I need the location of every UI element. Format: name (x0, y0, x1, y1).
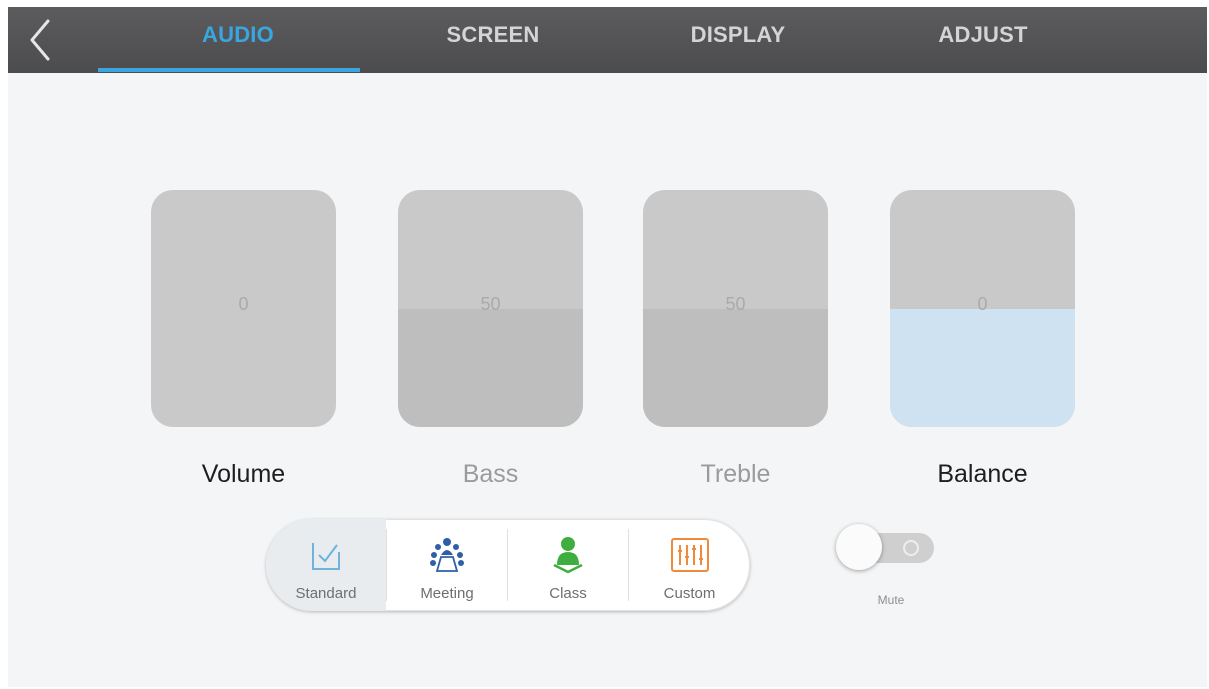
mode-custom-button[interactable]: Custom (629, 519, 750, 611)
mode-class-button[interactable]: Class (508, 519, 628, 611)
bass-slider[interactable]: 50 (398, 190, 583, 427)
balance-slider[interactable]: 0 (890, 190, 1075, 427)
active-tab-indicator (98, 68, 360, 72)
treble-control: 50 Treble (643, 190, 828, 488)
bass-level-fill (398, 308, 583, 427)
balance-label: Balance (937, 460, 1028, 488)
back-button[interactable] (18, 11, 62, 69)
mute-label: Mute (877, 593, 905, 607)
treble-level-fill (643, 308, 828, 427)
mode-standard-button[interactable]: Standard (266, 519, 386, 611)
treble-value: 50 (725, 294, 746, 314)
tab-screen[interactable]: SCREEN (398, 7, 588, 73)
mode-standard-label: Standard (295, 585, 357, 602)
volume-label: Volume (201, 460, 286, 488)
toggle-knob (836, 524, 882, 570)
volume-slider[interactable]: 0 (151, 190, 336, 427)
balance-level-fill (890, 308, 1075, 427)
meeting-people-icon (430, 538, 464, 572)
class-reader-icon (553, 537, 583, 574)
treble-slider[interactable]: 50 (643, 190, 828, 427)
mode-class-label: Class (549, 585, 587, 602)
standard-check-icon (312, 543, 340, 570)
sound-mode-selector: Standard Meeting Class Custom (266, 519, 750, 611)
volume-control: 0 Volume (151, 190, 336, 488)
treble-label: Treble (700, 460, 771, 488)
audio-settings-screen: AUDIO SCREEN DISPLAY ADJUST 0 Volume 50 … (8, 7, 1207, 687)
tab-display[interactable]: DISPLAY (643, 7, 833, 73)
balance-value: 0 (977, 294, 988, 314)
bass-control: 50 Bass (398, 190, 583, 488)
toggle-off-icon (903, 540, 919, 556)
mute-toggle[interactable] (836, 524, 940, 570)
volume-value: 0 (238, 294, 249, 314)
tab-audio[interactable]: AUDIO (148, 7, 328, 73)
mode-meeting-button[interactable]: Meeting (387, 519, 507, 611)
mode-custom-label: Custom (663, 585, 716, 602)
mode-meeting-label: Meeting (420, 585, 474, 602)
tab-adjust[interactable]: ADJUST (888, 7, 1078, 73)
top-tab-bar: AUDIO SCREEN DISPLAY ADJUST (8, 7, 1207, 73)
bass-label: Bass (462, 460, 519, 488)
chevron-left-icon (30, 19, 50, 61)
equalizer-icon (670, 538, 709, 572)
bass-value: 50 (480, 294, 501, 314)
balance-control: 0 Balance (890, 190, 1075, 488)
